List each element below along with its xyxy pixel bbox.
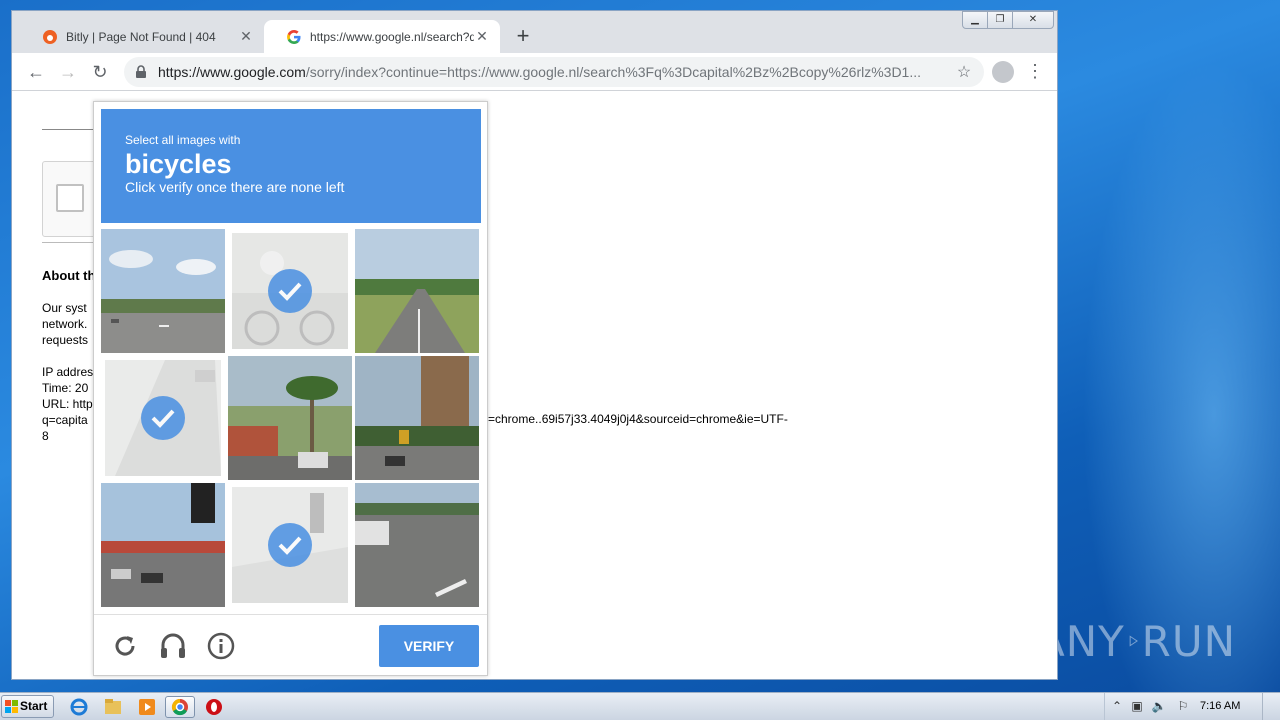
selected-check-icon — [268, 523, 312, 567]
info-icon[interactable] — [206, 631, 236, 661]
captcha-tile[interactable] — [101, 483, 225, 607]
back-button[interactable]: ← — [24, 60, 48, 84]
captcha-tile[interactable] — [101, 356, 225, 480]
chrome-taskbar-icon[interactable] — [165, 696, 195, 718]
show-hidden-icons-icon[interactable]: ⌃ — [1109, 699, 1125, 715]
about-paragraph: Our syst network. requests — [42, 301, 89, 347]
network-icon[interactable]: ▣ — [1129, 699, 1145, 715]
desktop-glow — [1060, 0, 1280, 692]
request-details: IP addres Time: 20 URL: http q=capita 8 — [42, 365, 94, 443]
profile-avatar-icon[interactable] — [992, 61, 1014, 83]
lock-icon — [136, 65, 146, 78]
close-window-button[interactable]: ✕ — [1012, 11, 1054, 29]
captcha-tile[interactable] — [228, 229, 352, 353]
close-tab-icon[interactable]: ✕ — [474, 28, 490, 45]
windows-logo-icon — [5, 700, 18, 713]
taskbar-clock[interactable]: 7:16 AM — [1200, 700, 1240, 712]
new-tab-button[interactable]: + — [512, 25, 534, 47]
reload-challenge-icon[interactable] — [110, 631, 140, 661]
taskbar: Start ⌃ ▣ 🔈 ⚐ 7:16 AM — [0, 692, 1280, 720]
opera-taskbar-icon[interactable] — [199, 696, 229, 718]
google-icon — [287, 29, 301, 44]
captcha-footer: VERIFY — [94, 614, 487, 677]
captcha-tile[interactable] — [355, 356, 479, 480]
about-heading: About th — [42, 268, 96, 283]
start-button[interactable]: Start — [1, 695, 54, 718]
url-host: https://www.google.com — [158, 64, 306, 80]
audio-challenge-icon[interactable] — [158, 631, 188, 661]
play-logo-icon — [1129, 635, 1138, 647]
captcha-instruction: Select all images with — [125, 133, 241, 147]
captcha-tile[interactable] — [355, 229, 479, 353]
tab-bitly[interactable]: Bitly | Page Not Found | 404 ✕ — [20, 20, 264, 53]
captcha-image-grid — [101, 229, 479, 607]
tab-title: Bitly | Page Not Found | 404 — [66, 29, 216, 44]
tab-google[interactable]: https://www.google.nl/search?q=ca ✕ — [264, 20, 500, 53]
tab-title: https://www.google.nl/search?q=ca — [310, 29, 474, 44]
captcha-target: bicycles — [125, 149, 232, 179]
minimize-button[interactable]: ▁ — [962, 11, 988, 29]
captcha-challenge: Select all images with bicycles Click ve… — [93, 101, 488, 676]
captcha-tile[interactable] — [101, 229, 225, 353]
recaptcha-checkbox[interactable] — [56, 184, 84, 212]
explorer-taskbar-icon[interactable] — [98, 696, 128, 718]
captcha-tile[interactable] — [355, 483, 479, 607]
url-path: /sorry/index?continue=https://www.google… — [305, 64, 922, 80]
reload-button[interactable]: ↻ — [88, 60, 112, 84]
system-tray: ⌃ ▣ 🔈 ⚐ — [1104, 693, 1280, 720]
show-desktop-button[interactable] — [1262, 693, 1280, 720]
menu-kebab-icon[interactable]: ⋮ — [1026, 59, 1044, 85]
captcha-tile[interactable] — [228, 483, 352, 607]
anyrun-watermark: ANY RUN — [1036, 606, 1236, 676]
action-center-flag-icon[interactable]: ⚐ — [1175, 699, 1191, 715]
start-label: Start — [20, 699, 48, 713]
volume-icon[interactable]: 🔈 — [1151, 699, 1167, 715]
watermark-run: RUN — [1141, 616, 1236, 666]
selected-check-icon — [268, 269, 312, 313]
bitly-icon — [43, 29, 57, 44]
ie-taskbar-icon[interactable] — [64, 696, 94, 718]
url-tail-text: =chrome..69i57j33.4049j0j4&sourceid=chro… — [488, 412, 788, 426]
captcha-header: Select all images with bicycles Click ve… — [101, 109, 481, 223]
address-bar[interactable]: https://www.google.com/sorry/index?conti… — [124, 57, 984, 87]
url-text: https://www.google.com/sorry/index?conti… — [158, 64, 954, 80]
close-tab-icon[interactable]: ✕ — [238, 28, 254, 45]
media-player-taskbar-icon[interactable] — [132, 696, 162, 718]
forward-button[interactable]: → — [56, 60, 80, 84]
bookmark-star-icon[interactable]: ☆ — [954, 62, 974, 82]
tab-strip: Bitly | Page Not Found | 404 ✕ https://w… — [12, 11, 1057, 53]
browser-toolbar: ← → ↻ https://www.google.com/sorry/index… — [12, 53, 1057, 91]
verify-button[interactable]: VERIFY — [379, 625, 479, 667]
captcha-tile[interactable] — [228, 356, 352, 480]
captcha-hint: Click verify once there are none left — [125, 179, 345, 195]
selected-check-icon — [141, 396, 185, 440]
restore-button[interactable]: ❐ — [987, 11, 1013, 29]
